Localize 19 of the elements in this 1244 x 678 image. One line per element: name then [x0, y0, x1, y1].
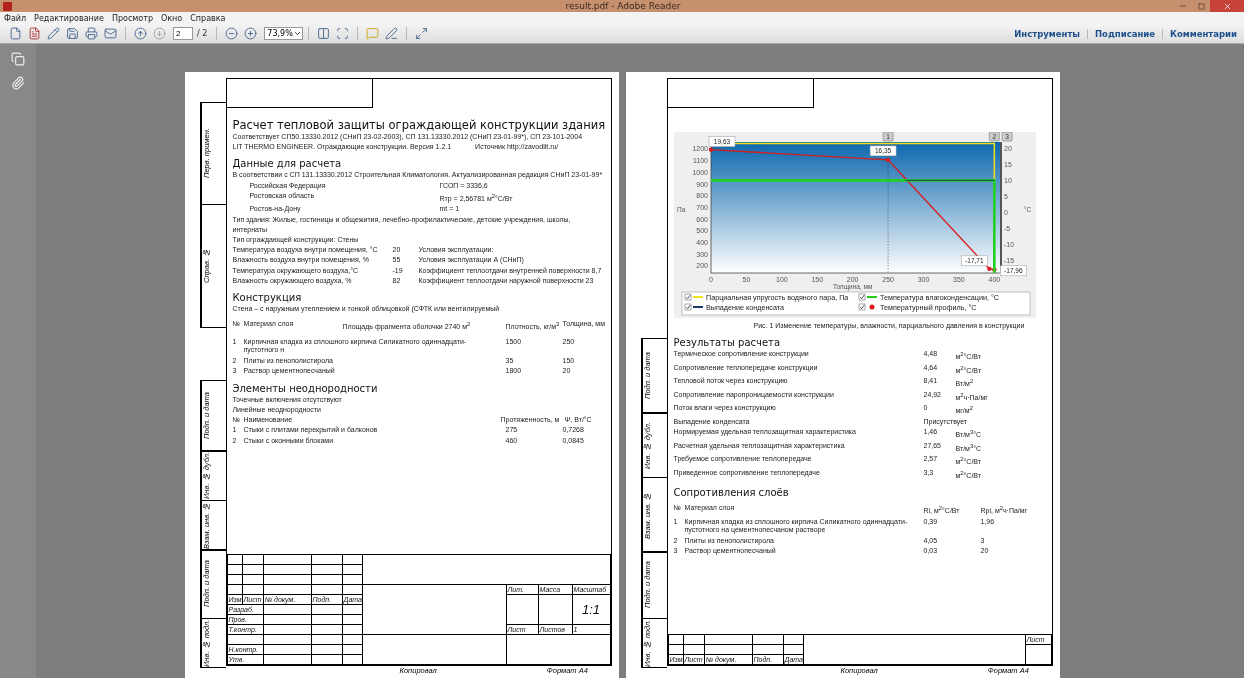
- menu-item[interactable]: Редактирование: [34, 13, 104, 23]
- scale-value: 1:1: [572, 594, 610, 625]
- section-heading: Конструкция: [232, 290, 303, 304]
- page-field[interactable]: 2: [173, 27, 193, 40]
- page-count: / 2: [197, 29, 208, 38]
- menu-item[interactable]: Справка: [190, 13, 226, 23]
- panel-link[interactable]: Подписание: [1087, 28, 1162, 39]
- menu-item[interactable]: Окно: [161, 13, 183, 23]
- panel-link[interactable]: Инструменты: [1007, 28, 1087, 39]
- section-heading: Результаты расчета: [673, 336, 782, 350]
- window-title: result.pdf - Adobe Reader: [564, 0, 682, 12]
- menu-item[interactable]: Файл: [4, 13, 27, 23]
- document-title: Расчет тепловой защиты ограждающей конструкции здания: [232, 118, 605, 132]
- panel-link[interactable]: Комментарии: [1162, 28, 1244, 39]
- section-heading: Данные для расчета: [232, 157, 343, 171]
- section-heading: Элементы неоднородности: [232, 381, 379, 395]
- zoom-field[interactable]: 73,9%: [264, 27, 303, 40]
- section-heading: Сопротивления слоёв: [673, 486, 790, 500]
- menu-item[interactable]: Просмотр: [111, 13, 153, 23]
